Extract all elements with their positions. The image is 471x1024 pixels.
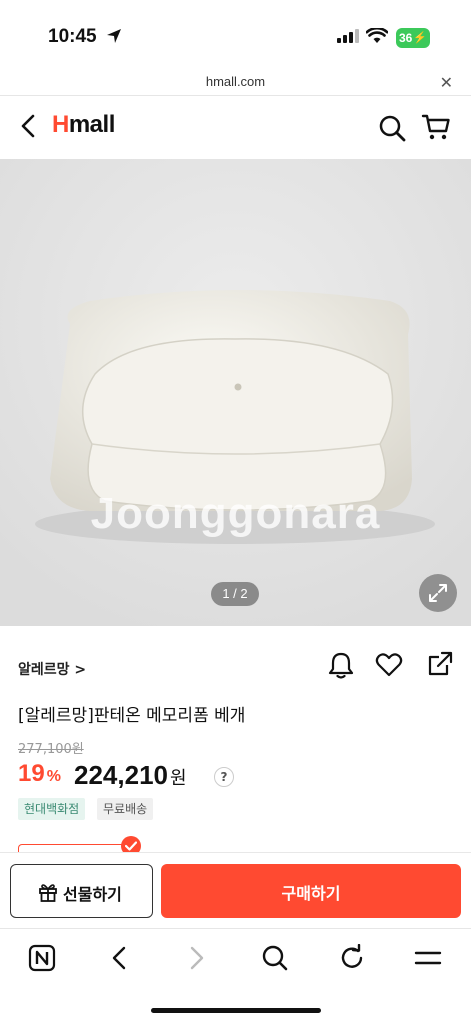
- url-text[interactable]: hmall.com: [0, 74, 471, 89]
- original-price: 277,100원: [18, 742, 84, 757]
- forward-icon[interactable]: [185, 944, 209, 972]
- status-time: 10:45: [48, 26, 97, 47]
- battery-icon: 36 ⚡: [396, 28, 430, 48]
- share-icon[interactable]: [427, 651, 453, 677]
- search-icon[interactable]: [378, 114, 406, 142]
- watermark-text: Joonggonara: [90, 489, 381, 538]
- brand-link[interactable]: 알레르망 >: [18, 659, 86, 679]
- gift-button[interactable]: 선물하기: [10, 864, 153, 918]
- buy-button[interactable]: 구매하기: [161, 864, 461, 918]
- heart-icon[interactable]: [375, 652, 403, 678]
- bell-icon[interactable]: [328, 651, 354, 679]
- pillow-illustration: [0, 159, 471, 626]
- status-bar: 10:45 36 ⚡: [0, 0, 471, 72]
- naver-home-icon[interactable]: [28, 944, 56, 972]
- gift-icon: [39, 884, 57, 902]
- battery-level: 36: [399, 31, 413, 45]
- purchase-action-bar: 선물하기 구매하기: [0, 852, 471, 928]
- back-arrow-icon[interactable]: [18, 113, 40, 139]
- buy-button-label: 구매하기: [281, 884, 341, 903]
- refresh-icon[interactable]: [338, 944, 366, 972]
- price-help-icon[interactable]: ?: [214, 767, 234, 787]
- hmall-logo[interactable]: Hmall: [52, 111, 115, 139]
- product-title: [알레르망]판테온 메모리폼 베개: [18, 706, 246, 726]
- wifi-icon: [366, 28, 388, 43]
- image-counter: 1 / 2: [211, 582, 259, 606]
- discount-rate: 19%: [18, 760, 61, 787]
- menu-icon[interactable]: [414, 944, 442, 972]
- search-icon[interactable]: [261, 944, 289, 972]
- expand-icon: [429, 584, 447, 602]
- gift-button-label: 선물하기: [63, 885, 122, 904]
- sale-price: 224,210 원: [74, 760, 187, 790]
- badge-free-shipping: 무료배송: [97, 798, 154, 820]
- badge-department-store: 현대백화점: [18, 798, 86, 820]
- back-icon[interactable]: [107, 944, 131, 972]
- close-icon[interactable]: ✕: [440, 73, 453, 92]
- product-image[interactable]: Joonggonara 1 / 2: [0, 159, 471, 626]
- home-indicator: [151, 1008, 321, 1013]
- expand-button[interactable]: [419, 574, 457, 612]
- browser-url-bar[interactable]: hmall.com ✕: [0, 72, 471, 96]
- cellular-signal-icon: [337, 29, 359, 43]
- cart-icon[interactable]: [421, 112, 451, 142]
- location-arrow-icon: [107, 29, 121, 43]
- app-header: Hmall: [0, 97, 471, 159]
